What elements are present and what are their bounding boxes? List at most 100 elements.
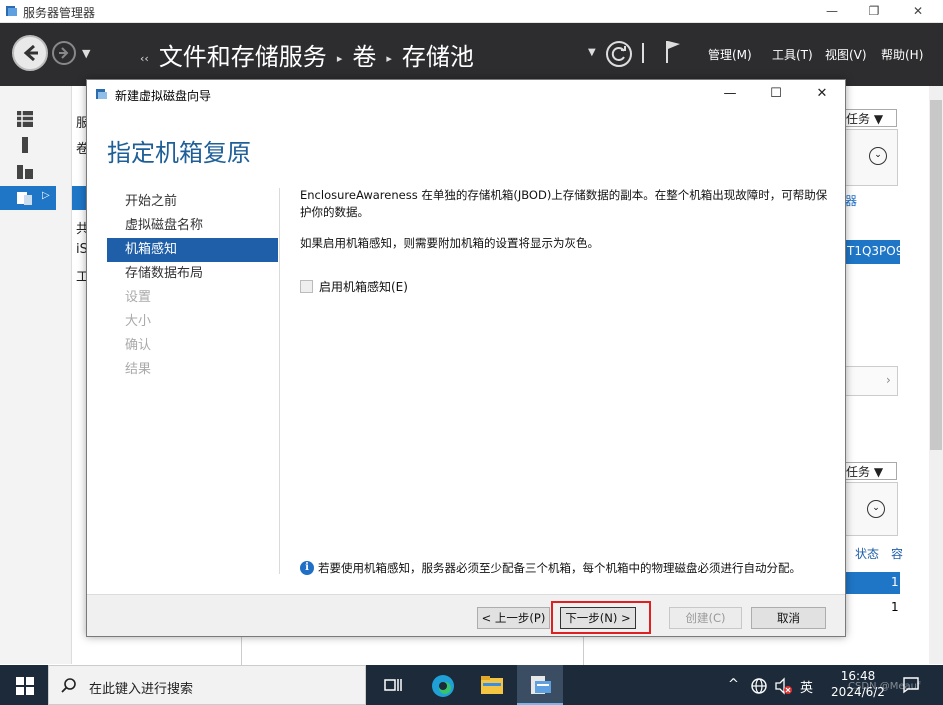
windows-start-icon[interactable] — [16, 677, 34, 695]
wizard-titlebar: 新建虚拟磁盘向导 — ☐ ✕ — [87, 80, 845, 108]
server-link-fragment[interactable]: 器 — [845, 192, 857, 209]
breadcrumb-separator-icon: ▸ — [336, 51, 343, 65]
column-capacity[interactable]: 容 — [891, 545, 903, 562]
file-storage-icon — [17, 192, 32, 205]
info-message: i 若要使用机箱感知，服务器必须至少配备三个机箱，每个机箱中的物理磁盘必须进行自… — [300, 560, 801, 576]
step-enclosure-awareness[interactable]: 机箱感知 — [107, 238, 278, 262]
server-manager-header: ▼ ‹‹ 文件和存储服务 ▸ 卷 ▸ 存储池 ▼ 管理(M) 工具(T) 视图(V) 帮助… — [0, 23, 943, 86]
watermark: CSDN @Meauf — [848, 681, 921, 692]
breadcrumb-item[interactable]: 卷 — [352, 43, 376, 71]
row-value: 1 — [891, 600, 899, 614]
wizard-title: 新建虚拟磁盘向导 — [115, 89, 212, 103]
column-status[interactable]: 状态 — [855, 545, 879, 562]
volume-muted-icon[interactable] — [774, 677, 792, 695]
secondary-nav — [72, 86, 86, 664]
checkbox-label[interactable]: 启用机箱感知(E) — [319, 278, 408, 295]
breadcrumb-separator-icon: ▸ — [386, 51, 392, 65]
step-confirmation: 确认 — [125, 338, 152, 353]
step-size: 大小 — [125, 314, 152, 329]
input-method-indicator[interactable]: 英 — [800, 677, 813, 696]
menu-tools[interactable]: 工具(T) — [772, 46, 813, 63]
step-settings: 设置 — [125, 290, 152, 305]
step-storage-layout[interactable]: 存储数据布局 — [107, 262, 278, 286]
all-servers-icon[interactable] — [16, 162, 34, 180]
local-server-icon[interactable] — [16, 136, 34, 154]
tasks-dropdown[interactable]: 任务 ▼ — [845, 462, 897, 480]
server-manager-titlebar: 服务器管理器 — ❐ ✕ — [0, 0, 943, 23]
collapse-icon[interactable]: ⌄ — [869, 147, 887, 165]
menu-manage[interactable]: 管理(M) — [708, 46, 752, 63]
menu-help[interactable]: 帮助(H) — [881, 46, 923, 63]
minimize-button[interactable]: — — [820, 2, 844, 20]
header-divider — [642, 43, 644, 63]
info-text: 若要使用机箱感知，服务器必须至少配备三个机箱，每个机箱中的物理磁盘必须进行自动分… — [318, 561, 801, 575]
network-icon[interactable] — [750, 677, 768, 695]
wizard-steps: 开始之前 虚拟磁盘名称 机箱感知 存储数据布局 设置 大小 确认 结果 — [107, 190, 278, 382]
step-virtual-disk-name[interactable]: 虚拟磁盘名称 — [107, 214, 278, 238]
file-explorer-app[interactable] — [468, 665, 514, 705]
selected-row[interactable]: T1Q3PO9 — [845, 240, 904, 264]
taskbar: 在此键入进行搜索 ^ 英 16:48 2024/6/2 — [0, 665, 943, 705]
cancel-button[interactable]: 取消 — [751, 607, 826, 629]
disk-row-selected[interactable]: 1 — [845, 572, 900, 594]
breadcrumb-item[interactable]: 文件和存储服务 — [159, 43, 327, 71]
row-value: 1 — [891, 575, 899, 589]
forward-arrow-icon — [59, 47, 69, 59]
step-results: 结果 — [125, 362, 152, 377]
search-placeholder: 在此键入进行搜索 — [89, 682, 194, 697]
server-manager-taskbar-icon — [531, 676, 551, 694]
back-button[interactable] — [12, 35, 48, 71]
scrollbar-thumb[interactable] — [930, 100, 942, 450]
description-paragraph: EnclosureAwareness 在单独的存储机箱(JBOD)上存储数据的副… — [300, 188, 828, 219]
left-nav: ▷ — [0, 86, 72, 664]
window-title: 服务器管理器 — [23, 6, 96, 20]
collapse-icon[interactable]: ⌄ — [867, 500, 885, 518]
background-grid — [86, 636, 846, 665]
chevron-right-icon[interactable]: › — [886, 373, 891, 387]
enable-enclosure-awareness-row[interactable]: 启用机箱感知(E) — [300, 278, 408, 295]
task-view-button[interactable] — [370, 665, 416, 705]
restore-button[interactable]: ❐ — [862, 2, 886, 20]
page-heading: 指定机箱复原 — [107, 139, 251, 167]
search-icon — [61, 678, 76, 693]
edge-app[interactable] — [420, 665, 466, 705]
previous-button[interactable]: < 上一步(P) — [477, 607, 550, 629]
show-hidden-icons[interactable]: ^ — [728, 677, 739, 692]
create-button: 创建(C) — [669, 607, 742, 629]
breadcrumb-prefix-icon: ‹‹ — [140, 51, 149, 65]
file-storage-nav-item[interactable]: ▷ — [0, 186, 56, 210]
new-virtual-disk-wizard: 新建虚拟磁盘向导 — ☐ ✕ 指定机箱复原 开始之前 虚拟磁盘名称 机箱感知 存… — [86, 79, 846, 637]
info-icon: i — [300, 561, 314, 575]
task-view-icon — [384, 679, 402, 691]
breadcrumb: ‹‹ 文件和存储服务 ▸ 卷 ▸ 存储池 — [130, 37, 474, 72]
back-arrow-icon — [23, 44, 38, 62]
server-manager-app[interactable] — [517, 665, 563, 705]
refresh-icon — [611, 46, 626, 61]
edge-icon — [432, 675, 454, 697]
notifications-flag-icon[interactable] — [664, 39, 682, 65]
wizard-icon — [96, 89, 107, 99]
wizard-content: EnclosureAwareness 在单独的存储机箱(JBOD)上存储数据的副… — [300, 187, 830, 252]
menu-view[interactable]: 视图(V) — [825, 46, 867, 63]
wizard-maximize-button[interactable]: ☐ — [765, 84, 787, 104]
dashboard-icon[interactable] — [16, 110, 34, 128]
step-before-you-begin[interactable]: 开始之前 — [107, 190, 278, 214]
history-dropdown-icon[interactable]: ▼ — [82, 47, 90, 60]
wizard-button-bar: < 上一步(P) 下一步(N) > 创建(C) 取消 — [87, 594, 845, 636]
breadcrumb-item[interactable]: 存储池 — [402, 43, 474, 71]
tasks-dropdown[interactable]: 任务 ▼ — [845, 109, 897, 127]
steps-divider — [279, 188, 280, 574]
refresh-button[interactable] — [606, 41, 632, 67]
secondary-nav-selected — [72, 186, 86, 210]
taskbar-search[interactable]: 在此键入进行搜索 — [48, 665, 366, 705]
enable-enclosure-awareness-checkbox[interactable] — [300, 280, 313, 293]
wizard-close-button[interactable]: ✕ — [811, 84, 833, 104]
forward-button[interactable] — [52, 41, 76, 65]
close-button[interactable]: ✕ — [906, 2, 930, 20]
note-paragraph: 如果启用机箱感知，则需要附加机箱的设置将显示为灰色。 — [300, 236, 599, 250]
breadcrumb-dropdown-icon[interactable]: ▼ — [588, 47, 596, 58]
pane-footer: › — [845, 366, 898, 396]
highlight-annotation — [551, 601, 651, 634]
wizard-minimize-button[interactable]: — — [719, 84, 741, 104]
row-text: T1Q3PO9 — [847, 244, 904, 258]
